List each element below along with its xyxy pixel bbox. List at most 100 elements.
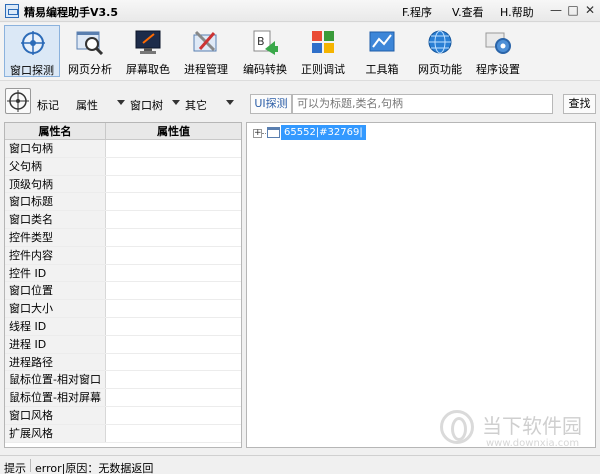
property-row[interactable]: 窗口位置 bbox=[5, 282, 241, 301]
minimize-button[interactable]: — bbox=[548, 0, 564, 20]
grid-header: 属性名 属性值 bbox=[5, 123, 241, 140]
menu-view[interactable]: V.查看 bbox=[452, 4, 484, 20]
globe-icon bbox=[426, 29, 454, 55]
maximize-button[interactable]: □ bbox=[566, 0, 580, 20]
status-bar: 提示 error|原因：无数据返回 bbox=[0, 455, 600, 474]
chevron-down-icon[interactable] bbox=[117, 100, 125, 105]
property-name: 窗口类名 bbox=[5, 211, 106, 228]
tool-encode-convert[interactable]: B 编码转换 bbox=[237, 25, 293, 77]
search-input[interactable]: 可以为标题,类名,句柄 bbox=[292, 94, 553, 114]
screen-picker-icon bbox=[134, 29, 162, 55]
watermark-logo bbox=[440, 410, 474, 444]
tool-label: 工具箱 bbox=[365, 63, 399, 76]
property-row[interactable]: 控件内容 bbox=[5, 246, 241, 265]
property-grid: 属性名 属性值 窗口句柄 父句柄 顶级句柄 窗口标题 窗口类名 控件类型 控件内容 控件 ID… bbox=[4, 122, 242, 448]
find-button[interactable]: 查找 bbox=[563, 94, 596, 114]
property-value bbox=[106, 140, 241, 157]
tool-label: 窗口探测 bbox=[10, 64, 54, 77]
tool-label: 正则调试 bbox=[301, 63, 345, 76]
crosshair-target-icon[interactable] bbox=[5, 88, 31, 114]
property-value bbox=[106, 407, 241, 424]
property-row[interactable]: 鼠标位置-相对屏幕 bbox=[5, 389, 241, 407]
tool-label: 屏幕取色 bbox=[126, 63, 170, 76]
menu-file[interactable]: F.程序 bbox=[402, 4, 432, 20]
property-row[interactable]: 控件 ID bbox=[5, 264, 241, 283]
property-value bbox=[106, 300, 241, 317]
title-bar: 精易编程助手V3.5 F.程序 V.查看 H.帮助 — □ ✕ bbox=[0, 0, 600, 22]
header-value: 属性值 bbox=[157, 125, 190, 138]
property-row[interactable]: 窗口标题 bbox=[5, 193, 241, 212]
status-separator bbox=[30, 459, 31, 472]
property-name: 鼠标位置-相对屏幕 bbox=[5, 389, 106, 406]
header-name: 属性名 bbox=[5, 123, 106, 140]
status-prompt: 提示 bbox=[4, 462, 26, 474]
property-row[interactable]: 窗口风格 bbox=[5, 407, 241, 425]
tool-program-settings[interactable]: 程序设置 bbox=[470, 25, 526, 77]
tool-regex-debug[interactable]: 正则调试 bbox=[295, 25, 351, 77]
property-value bbox=[106, 193, 241, 210]
window-tree-panel: + 65552|#32769| bbox=[246, 122, 596, 448]
tool-web-analyze[interactable]: 网页分析 bbox=[62, 25, 118, 77]
property-row[interactable]: 线程 ID bbox=[5, 318, 241, 336]
window-tree-dropdown[interactable]: 窗口树 bbox=[130, 97, 163, 113]
property-row[interactable]: 父句柄 bbox=[5, 157, 241, 176]
property-name: 父句柄 bbox=[5, 157, 106, 175]
tool-web-function[interactable]: 网页功能 bbox=[412, 25, 468, 77]
tool-window-detect[interactable]: 窗口探测 bbox=[4, 25, 60, 77]
tool-label: 网页功能 bbox=[418, 63, 462, 76]
property-row[interactable]: 鼠标位置-相对窗口 bbox=[5, 371, 241, 390]
property-value bbox=[106, 425, 241, 442]
ui-detect-button[interactable]: UI探测 bbox=[250, 94, 292, 114]
attr-dropdown[interactable]: 属性 bbox=[76, 97, 98, 113]
web-magnifier-icon bbox=[76, 29, 104, 56]
tool-label: 程序设置 bbox=[476, 63, 520, 76]
property-name: 控件类型 bbox=[5, 229, 106, 246]
property-name: 鼠标位置-相对窗口 bbox=[5, 371, 106, 389]
other-dropdown[interactable]: 其它 bbox=[185, 97, 207, 113]
property-name: 窗口标题 bbox=[5, 193, 106, 211]
property-value bbox=[106, 282, 241, 299]
property-row[interactable]: 进程 ID bbox=[5, 335, 241, 354]
property-row[interactable]: 进程路径 bbox=[5, 353, 241, 372]
property-value bbox=[106, 229, 241, 246]
property-name: 扩展风格 bbox=[5, 424, 106, 442]
property-row[interactable]: 扩展风格 bbox=[5, 424, 241, 443]
window-node-icon bbox=[267, 127, 280, 138]
status-message: error|原因：无数据返回 bbox=[35, 462, 154, 474]
property-name: 窗口风格 bbox=[5, 407, 106, 424]
tool-label: 网页分析 bbox=[68, 63, 112, 76]
property-value bbox=[106, 247, 241, 264]
chevron-down-icon[interactable] bbox=[172, 100, 180, 105]
expand-plus-icon[interactable]: + bbox=[253, 129, 262, 138]
window-target-icon bbox=[19, 30, 47, 56]
property-row[interactable]: 窗口句柄 bbox=[5, 140, 241, 158]
settings-gear-icon bbox=[484, 29, 512, 55]
tool-label: 编码转换 bbox=[243, 63, 287, 76]
svg-text:B: B bbox=[257, 35, 265, 48]
chevron-down-icon[interactable] bbox=[226, 100, 234, 105]
property-name: 顶级句柄 bbox=[5, 175, 106, 193]
property-row[interactable]: 顶级句柄 bbox=[5, 175, 241, 194]
tool-toolbox[interactable]: 工具箱 bbox=[354, 25, 410, 77]
property-row[interactable]: 窗口类名 bbox=[5, 211, 241, 229]
property-value bbox=[106, 318, 241, 335]
toolbox-icon bbox=[368, 29, 396, 55]
property-name: 进程 ID bbox=[5, 335, 106, 353]
property-row[interactable]: 窗口大小 bbox=[5, 300, 241, 318]
property-value bbox=[106, 176, 241, 193]
tree-node-label[interactable]: 65552|#32769| bbox=[281, 125, 366, 140]
close-button[interactable]: ✕ bbox=[582, 0, 598, 20]
property-name: 控件内容 bbox=[5, 246, 106, 264]
property-row[interactable]: 控件类型 bbox=[5, 229, 241, 247]
watermark-text: 当下软件园 bbox=[482, 414, 582, 438]
property-value bbox=[106, 389, 241, 406]
app-title: 精易编程助手V3.5 bbox=[24, 6, 118, 19]
menu-help[interactable]: H.帮助 bbox=[500, 4, 534, 20]
tool-process-manage[interactable]: 进程管理 bbox=[178, 25, 234, 77]
property-value bbox=[106, 158, 241, 175]
app-icon bbox=[5, 4, 19, 18]
tool-screen-color[interactable]: 屏幕取色 bbox=[120, 25, 176, 77]
regex-blocks-icon bbox=[309, 29, 337, 55]
property-name: 窗口大小 bbox=[5, 300, 106, 317]
main-toolbar: 窗口探测 网页分析 屏幕取色 进程管理 B 编码转换 正则调试 工具箱 网页功能… bbox=[0, 23, 600, 81]
